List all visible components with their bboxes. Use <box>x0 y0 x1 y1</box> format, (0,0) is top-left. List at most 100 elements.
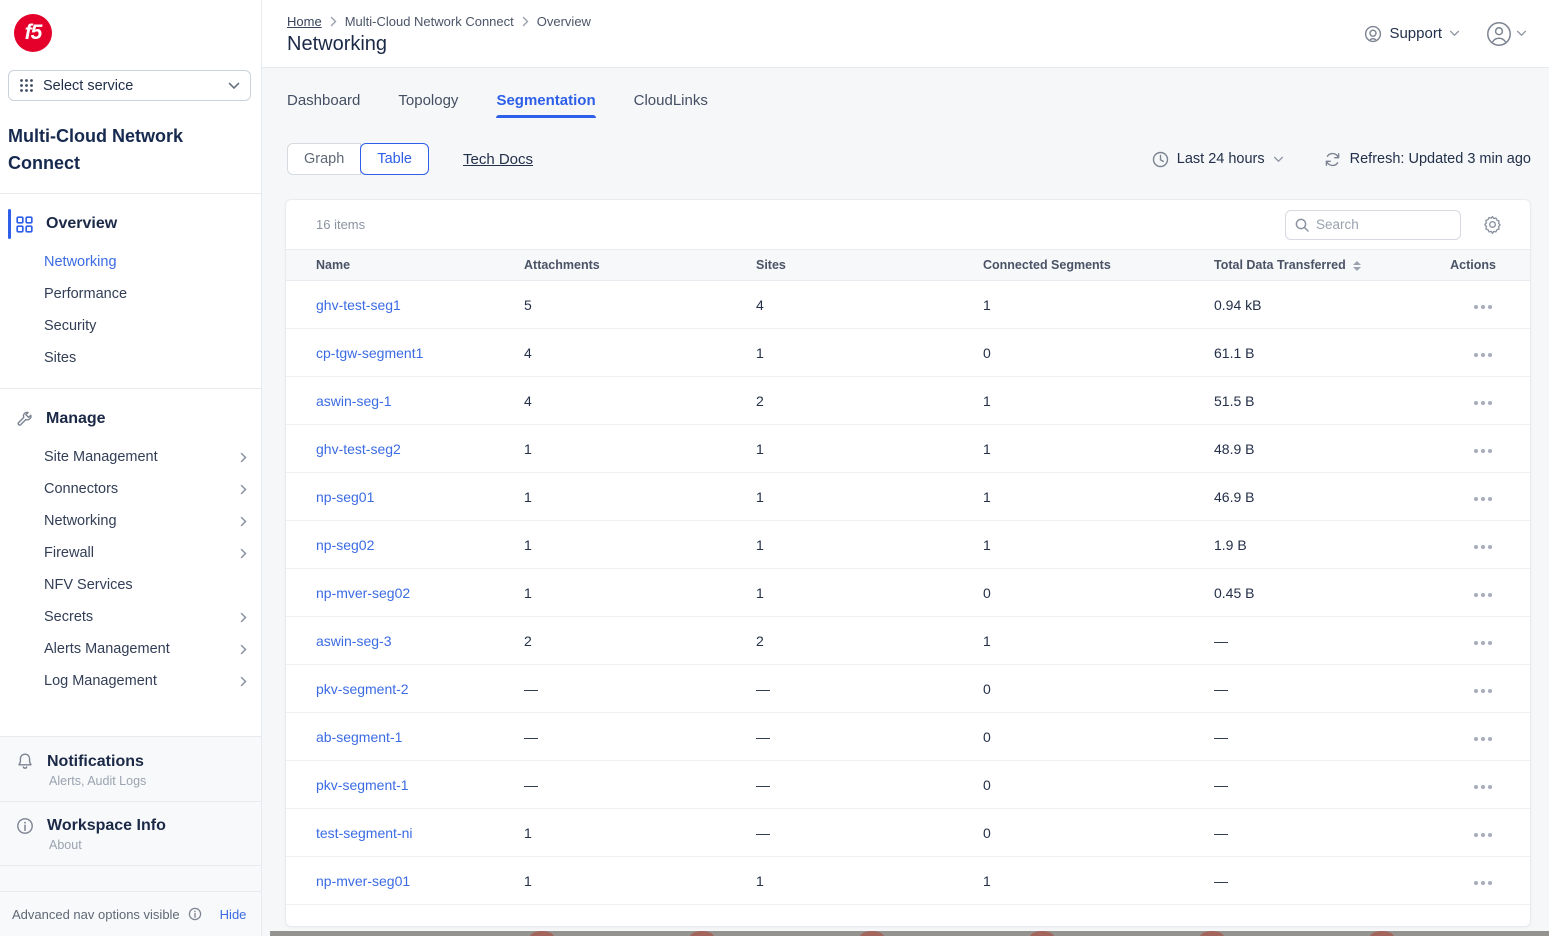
tab-dashboard[interactable]: Dashboard <box>287 92 360 118</box>
row-actions-menu[interactable] <box>1472 541 1494 553</box>
segment-name-link[interactable]: test-segment-ni <box>316 825 412 841</box>
segment-name-link[interactable]: pkv-segment-1 <box>316 777 409 793</box>
sidebar-item-performance[interactable]: Performance <box>0 278 261 310</box>
sidebar-item-firewall[interactable]: Firewall <box>0 537 261 569</box>
total-data-cell: — <box>1214 617 1422 665</box>
advanced-nav-text: Advanced nav options visible <box>12 907 180 922</box>
support-menu[interactable]: Support <box>1364 25 1460 43</box>
segment-name-link[interactable]: cp-tgw-segment1 <box>316 345 423 361</box>
table-view-button[interactable]: Table <box>360 143 429 175</box>
sites-cell: 4 <box>756 281 983 329</box>
row-actions-menu[interactable] <box>1472 589 1494 601</box>
sidebar: f5 Select service Multi-Cloud Network Co… <box>0 0 262 936</box>
account-menu[interactable] <box>1486 21 1527 47</box>
attachments-cell: 2 <box>524 617 756 665</box>
sidebar-item-log-management[interactable]: Log Management <box>0 665 261 697</box>
segment-name-link[interactable]: np-mver-seg02 <box>316 585 410 601</box>
breadcrumb-home-link[interactable]: Home <box>287 14 322 29</box>
segment-name-link[interactable]: ab-segment-1 <box>316 729 402 745</box>
overview-sublist: Networking Performance Security Sites <box>0 242 261 384</box>
row-actions-menu[interactable] <box>1472 781 1494 793</box>
refresh-label: Refresh: Updated 3 min ago <box>1350 151 1531 167</box>
attachments-cell: 1 <box>524 569 756 617</box>
sidebar-item-sites[interactable]: Sites <box>0 342 261 374</box>
sidebar-item-manage[interactable]: Manage <box>0 401 261 437</box>
controls-row: Graph Table Tech Docs Last 24 hours Refr… <box>287 143 1531 175</box>
nav-section-overview: Overview Networking Performance Security… <box>0 206 261 384</box>
column-header-total-data[interactable]: Total Data Transferred <box>1214 250 1422 281</box>
connected-segments-cell: 1 <box>983 617 1214 665</box>
sidebar-item-networking[interactable]: Networking <box>0 246 261 278</box>
breadcrumb: Home Multi-Cloud Network Connect Overvie… <box>287 14 591 29</box>
breadcrumb-separator-icon <box>522 16 529 27</box>
table-row: ghv-test-seg2 1 1 1 48.9 B <box>286 425 1530 473</box>
nav-section-manage: Manage Site Management Connectors Networ… <box>0 401 261 707</box>
info-circle-icon <box>188 907 202 921</box>
connected-segments-cell: 0 <box>983 713 1214 761</box>
view-toggle: Graph Table <box>287 143 429 175</box>
segment-name-link[interactable]: np-seg02 <box>316 537 374 553</box>
tab-topology[interactable]: Topology <box>398 92 458 118</box>
column-header-sites[interactable]: Sites <box>756 250 983 281</box>
table-toolbar: 16 items <box>286 200 1530 249</box>
sidebar-item-alerts-management[interactable]: Alerts Management <box>0 633 261 665</box>
connected-segments-cell: 1 <box>983 425 1214 473</box>
table-settings-button[interactable] <box>1483 215 1502 234</box>
top-header: Home Multi-Cloud Network Connect Overvie… <box>262 0 1549 68</box>
segment-name-link[interactable]: ghv-test-seg1 <box>316 297 401 313</box>
chevron-down-icon <box>1449 30 1460 37</box>
row-actions-menu[interactable] <box>1472 733 1494 745</box>
attachments-cell: 5 <box>524 281 756 329</box>
column-header-connected-segments[interactable]: Connected Segments <box>983 250 1214 281</box>
sidebar-item-notifications[interactable]: Notifications Alerts, Audit Logs <box>0 737 261 802</box>
segment-name-link[interactable]: pkv-segment-2 <box>316 681 409 697</box>
sidebar-item-overview[interactable]: Overview <box>0 206 261 242</box>
refresh-control[interactable]: Refresh: Updated 3 min ago <box>1324 151 1531 168</box>
sidebar-item-connectors[interactable]: Connectors <box>0 473 261 505</box>
tab-segmentation[interactable]: Segmentation <box>496 92 595 118</box>
search-input[interactable] <box>1316 217 1436 232</box>
row-actions-menu[interactable] <box>1472 685 1494 697</box>
sidebar-item-nfv-services[interactable]: NFV Services <box>0 569 261 601</box>
row-actions-menu[interactable] <box>1472 349 1494 361</box>
column-header-attachments[interactable]: Attachments <box>524 250 756 281</box>
app-root: f5 Select service Multi-Cloud Network Co… <box>0 0 1549 936</box>
table-header-row: Name Attachments Sites Connected Segment… <box>286 250 1530 281</box>
graph-view-button[interactable]: Graph <box>287 143 361 175</box>
column-header-name[interactable]: Name <box>286 250 524 281</box>
connected-segments-cell: 1 <box>983 281 1214 329</box>
spacer <box>0 866 261 892</box>
segment-name-link[interactable]: np-mver-seg01 <box>316 873 410 889</box>
sidebar-item-networking-manage[interactable]: Networking <box>0 505 261 537</box>
tab-cloudlinks[interactable]: CloudLinks <box>634 92 708 118</box>
sites-cell: 1 <box>756 425 983 473</box>
table-row: pkv-segment-2 — — 0 — <box>286 665 1530 713</box>
row-actions-menu[interactable] <box>1472 493 1494 505</box>
sidebar-item-security[interactable]: Security <box>0 310 261 342</box>
sidebar-item-workspace-info[interactable]: Workspace Info About <box>0 802 261 866</box>
sidebar-item-site-management[interactable]: Site Management <box>0 441 261 473</box>
segment-name-link[interactable]: np-seg01 <box>316 489 374 505</box>
f5-logo-text: f5 <box>25 21 42 45</box>
tech-docs-link[interactable]: Tech Docs <box>463 151 533 168</box>
row-actions-menu[interactable] <box>1472 445 1494 457</box>
total-data-cell: — <box>1214 809 1422 857</box>
segment-name-link[interactable]: aswin-seg-1 <box>316 393 391 409</box>
sort-icon[interactable] <box>1353 261 1361 271</box>
tab-bar: Dashboard Topology Segmentation CloudLin… <box>262 68 1549 118</box>
workspace-title: Multi-Cloud Network Connect <box>8 123 245 177</box>
segment-name-link[interactable]: aswin-seg-3 <box>316 633 391 649</box>
total-data-cell: — <box>1214 857 1422 905</box>
row-actions-menu[interactable] <box>1472 877 1494 889</box>
row-actions-menu[interactable] <box>1472 637 1494 649</box>
sidebar-item-secrets[interactable]: Secrets <box>0 601 261 633</box>
breadcrumb-item[interactable]: Multi-Cloud Network Connect <box>345 14 514 29</box>
row-actions-menu[interactable] <box>1472 397 1494 409</box>
row-actions-menu[interactable] <box>1472 301 1494 313</box>
service-selector-label: Select service <box>43 78 219 94</box>
time-range-selector[interactable]: Last 24 hours <box>1152 151 1284 168</box>
service-selector[interactable]: Select service <box>8 70 251 101</box>
row-actions-menu[interactable] <box>1472 829 1494 841</box>
segment-name-link[interactable]: ghv-test-seg2 <box>316 441 401 457</box>
hide-advanced-nav-link[interactable]: Hide <box>220 907 247 922</box>
